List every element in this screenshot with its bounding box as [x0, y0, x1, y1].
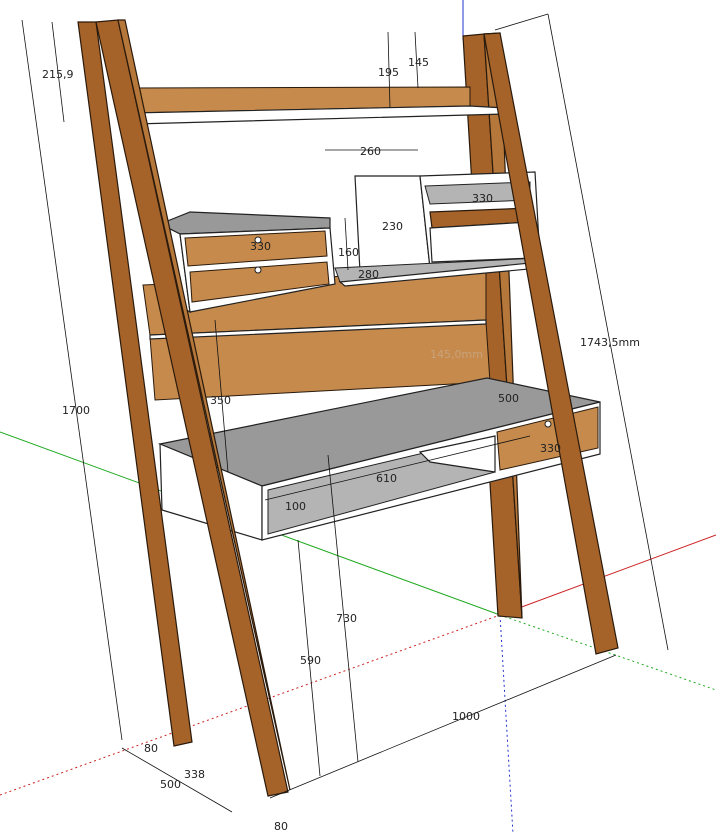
label-leg-thickness-a: 80 [144, 742, 158, 755]
label-desk-drawer-width: 330 [540, 442, 561, 455]
label-desk-width: 610 [376, 472, 397, 485]
label-cubby-inner-width: 330 [472, 192, 493, 205]
label-leg-thickness-b: 80 [274, 820, 288, 833]
label-desk-depth: 500 [498, 392, 519, 405]
label-drawer-height: 160 [338, 246, 359, 259]
label-cubby-width: 260 [360, 145, 381, 158]
label-top-shelf-drop: 215,9 [42, 68, 74, 81]
label-back-panel-height: 350 [210, 394, 231, 407]
label-shelf-depth: 280 [358, 268, 379, 281]
lower-drawer-knob [254, 266, 262, 274]
label-base-width: 1000 [452, 710, 480, 723]
sketchup-viewport[interactable]: 215,9 195 145 260 330 230 330 160 280 17… [0, 0, 716, 835]
label-cubby-height: 230 [382, 220, 403, 233]
ladder-desk-drawing: 215,9 195 145 260 330 230 330 160 280 17… [0, 0, 716, 835]
desk-drawer-knob [544, 420, 552, 428]
top-shelf [129, 86, 506, 125]
label-leg-offset: 338 [184, 768, 205, 781]
label-base-depth: 500 [160, 778, 181, 791]
label-side-length: 1743,5mm [580, 336, 640, 349]
label-leg-clearance: 590 [300, 654, 321, 667]
label-145: 145 [408, 56, 429, 69]
blue-axis-dotted [499, 614, 514, 835]
label-drawer-width: 330 [250, 240, 271, 253]
label-195: 195 [378, 66, 399, 79]
label-total-height: 1700 [62, 404, 90, 417]
label-desk-height: 730 [336, 612, 357, 625]
label-back-panel-slot: 145,0mm [430, 348, 483, 361]
label-desk-front-height: 100 [285, 500, 306, 513]
